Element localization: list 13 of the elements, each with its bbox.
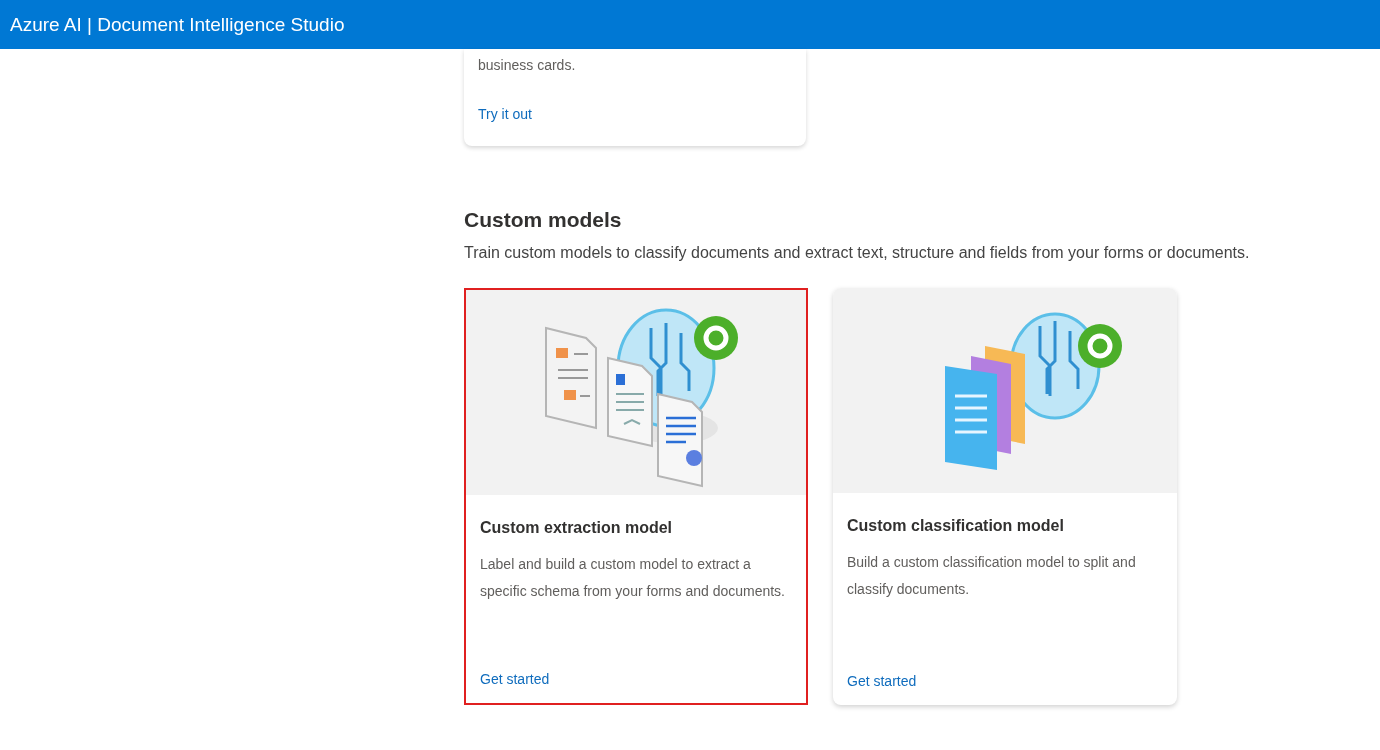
app-title[interactable]: Azure AI | Document Intelligence Studio [10, 13, 345, 36]
model-card[interactable]: Custom extraction model Label and build a custom model to extract a specific schema from your forms and documents. Get started [464, 288, 808, 705]
section-description: Train custom models to classify documents and extract text, structure and fields from your forms or documents. [464, 244, 1251, 262]
try-it-out-link[interactable]: Try it out [478, 106, 532, 122]
model-card[interactable]: Custom classification model Build a custom classification model to split and classify documents. Get started [833, 288, 1177, 705]
card-description: business cards. [478, 57, 577, 73]
get-started-link[interactable]: Get started [847, 673, 1163, 689]
get-started-link[interactable]: Get started [480, 671, 792, 687]
card-title: Custom classification model [847, 517, 1065, 535]
card-description: Label and build a custom model to extract a specific schema from your forms and documents. [480, 555, 786, 601]
card-title: Custom extraction model [480, 519, 674, 537]
section-title: Custom models [464, 208, 623, 232]
card-description: Build a custom classification model to split and classify documents. [847, 553, 1137, 599]
